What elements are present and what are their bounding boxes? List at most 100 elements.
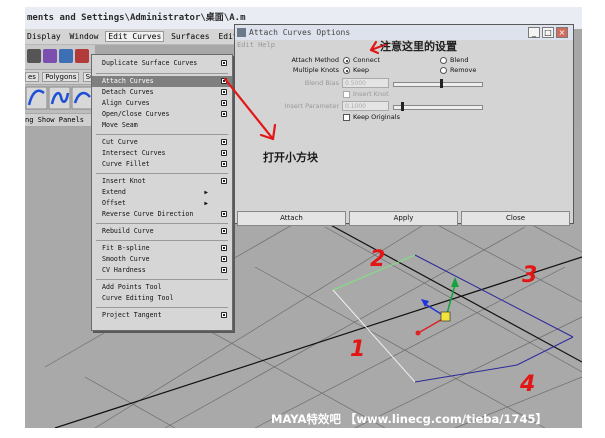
dialog-menu-help[interactable]: Help bbox=[258, 41, 275, 49]
menu-separator bbox=[96, 279, 228, 280]
menu-item-attach-curves[interactable]: Attach Curves bbox=[92, 76, 232, 87]
keep-originals-label: Keep Originals bbox=[353, 113, 400, 121]
option-box-icon[interactable] bbox=[221, 228, 227, 234]
menu-item-add-points-tool[interactable]: Add Points Tool bbox=[92, 282, 232, 293]
curve-tools-icons[interactable] bbox=[25, 85, 95, 113]
blend-bias-slider-handle[interactable] bbox=[440, 79, 443, 88]
option-box-icon[interactable] bbox=[221, 178, 227, 184]
panel-menu-shading[interactable]: ng bbox=[25, 116, 33, 124]
dialog-title: Attach Curves Options bbox=[249, 28, 351, 37]
menu-item-curve-editing-tool[interactable]: Curve Editing Tool bbox=[92, 293, 232, 304]
blend-radio[interactable] bbox=[440, 57, 447, 64]
menu-item-extend[interactable]: Extend ▶ bbox=[92, 187, 232, 198]
insert-parameter-slider-handle[interactable] bbox=[401, 102, 404, 111]
option-box-icon[interactable] bbox=[221, 78, 227, 84]
insert-parameter-slider[interactable] bbox=[393, 105, 483, 110]
option-box-icon[interactable] bbox=[221, 256, 227, 262]
menu-item-insert-knot[interactable]: Insert Knot bbox=[92, 176, 232, 187]
annotation-number-4: 4 bbox=[520, 372, 536, 397]
insert-knot-checkbox[interactable] bbox=[343, 91, 350, 98]
menu-item-offset[interactable]: Offset ▶ bbox=[92, 198, 232, 209]
snap-curve-icon[interactable] bbox=[75, 49, 89, 63]
option-box-icon[interactable] bbox=[221, 111, 227, 117]
menu-item-detach-curves[interactable]: Detach Curves bbox=[92, 87, 232, 98]
panel-menu-panels[interactable]: Panels bbox=[59, 116, 84, 124]
keep-label: Keep bbox=[353, 66, 370, 74]
menu-separator bbox=[96, 240, 228, 241]
menu-item-intersect-curves[interactable]: Intersect Curves bbox=[92, 148, 232, 159]
annotation-note-open-box: 打开小方块 bbox=[263, 151, 318, 164]
menu-separator bbox=[96, 223, 228, 224]
annotation-number-3: 3 bbox=[522, 263, 538, 288]
maya-window: ments and Settings\Administrator\桌面\A.m … bbox=[25, 7, 582, 428]
option-box-icon[interactable] bbox=[221, 89, 227, 95]
menu-item-project-tangent[interactable]: Project Tangent bbox=[92, 310, 232, 321]
option-box-icon[interactable] bbox=[221, 60, 227, 66]
blend-bias-slider[interactable] bbox=[393, 82, 483, 87]
panel-menubar: ng Show Panels bbox=[25, 114, 100, 126]
attach-curves-options-dialog: Attach Curves Options _ □ × Edit Help At… bbox=[234, 24, 574, 226]
keep-originals-checkbox[interactable] bbox=[343, 114, 350, 121]
snap-grid-icon[interactable] bbox=[59, 49, 73, 63]
menu-item-cut-curve[interactable]: Cut Curve bbox=[92, 137, 232, 148]
connect-radio[interactable] bbox=[343, 57, 350, 64]
blend-bias-field[interactable]: 0.5000 bbox=[342, 78, 389, 88]
select-icon[interactable] bbox=[43, 49, 57, 63]
menu-window[interactable]: Window bbox=[68, 32, 101, 41]
dialog-menu-edit[interactable]: Edit bbox=[237, 41, 254, 49]
menu-item-reverse-curve-direction[interactable]: Reverse Curve Direction bbox=[92, 209, 232, 220]
dialog-menubar: Edit Help bbox=[237, 40, 275, 51]
watermark: MAYA特效吧 【www.linecg.com/tieba/1745】 bbox=[271, 412, 548, 426]
maya-menubar: Display Window Edit Curves Surfaces Edit… bbox=[25, 29, 280, 45]
shelf-tab-polygons[interactable]: Polygons bbox=[42, 72, 80, 82]
panel-menu-show[interactable]: Show bbox=[38, 116, 55, 124]
shelf-icons bbox=[25, 85, 95, 113]
annotation-number-2: 2 bbox=[370, 247, 386, 272]
option-box-icon[interactable] bbox=[221, 211, 227, 217]
menu-item-move-seam[interactable]: Move Seam bbox=[92, 120, 232, 131]
insert-knot-label: Insert Knot bbox=[353, 90, 389, 98]
option-box-icon[interactable] bbox=[221, 161, 227, 167]
blend-label: Blend bbox=[450, 56, 469, 64]
menu-surfaces[interactable]: Surfaces bbox=[169, 32, 212, 41]
option-box-icon[interactable] bbox=[221, 312, 227, 318]
maximize-button[interactable]: □ bbox=[542, 27, 554, 38]
option-box-icon[interactable] bbox=[221, 139, 227, 145]
select-mode-icon[interactable] bbox=[27, 49, 41, 63]
menu-item-duplicate-surface-curves[interactable]: Duplicate Surface Curves bbox=[92, 58, 232, 69]
minimize-button[interactable]: _ bbox=[528, 27, 540, 38]
menu-item-open-close-curves[interactable]: Open/Close Curves bbox=[92, 109, 232, 120]
blend-bias-label: Blend Bias bbox=[304, 79, 339, 87]
close-window-button[interactable]: × bbox=[556, 27, 568, 38]
menu-item-curve-fillet[interactable]: Curve Fillet bbox=[92, 159, 232, 170]
shelf-tabs: es Polygons Subc bbox=[25, 70, 106, 84]
shelf-tab-surfaces[interactable]: es bbox=[25, 72, 39, 82]
option-box-icon[interactable] bbox=[221, 267, 227, 273]
menu-display[interactable]: Display bbox=[25, 32, 63, 41]
annotation-note-settings: 注意这里的设置 bbox=[380, 40, 457, 53]
close-button[interactable]: Close bbox=[461, 211, 570, 226]
apply-button[interactable]: Apply bbox=[349, 211, 458, 226]
menu-item-cv-hardness[interactable]: CV Hardness bbox=[92, 265, 232, 276]
attach-method-label: Attach Method bbox=[291, 56, 339, 64]
attach-button[interactable]: Attach bbox=[237, 211, 346, 226]
menu-separator bbox=[96, 134, 228, 135]
annotation-number-1: 1 bbox=[350, 337, 366, 362]
menu-edit-curves[interactable]: Edit Curves bbox=[105, 31, 165, 42]
menu-item-rebuild-curve[interactable]: Rebuild Curve bbox=[92, 226, 232, 237]
menu-item-align-curves[interactable]: Align Curves bbox=[92, 98, 232, 109]
submenu-arrow-icon: ▶ bbox=[204, 200, 208, 207]
option-box-icon[interactable] bbox=[221, 245, 227, 251]
insert-parameter-field[interactable]: 0.1000 bbox=[342, 101, 389, 111]
menu-item-fit-bspline[interactable]: Fit B-spline bbox=[92, 243, 232, 254]
option-box-icon[interactable] bbox=[221, 100, 227, 106]
remove-radio[interactable] bbox=[440, 67, 447, 74]
menu-separator bbox=[96, 307, 228, 308]
edit-curves-menu: Duplicate Surface Curves Attach Curves D… bbox=[91, 54, 233, 331]
status-line bbox=[25, 45, 95, 69]
connect-label: Connect bbox=[353, 56, 380, 64]
menu-item-smooth-curve[interactable]: Smooth Curve bbox=[92, 254, 232, 265]
submenu-arrow-icon: ▶ bbox=[204, 189, 208, 196]
option-box-icon[interactable] bbox=[221, 150, 227, 156]
keep-radio[interactable] bbox=[343, 67, 350, 74]
